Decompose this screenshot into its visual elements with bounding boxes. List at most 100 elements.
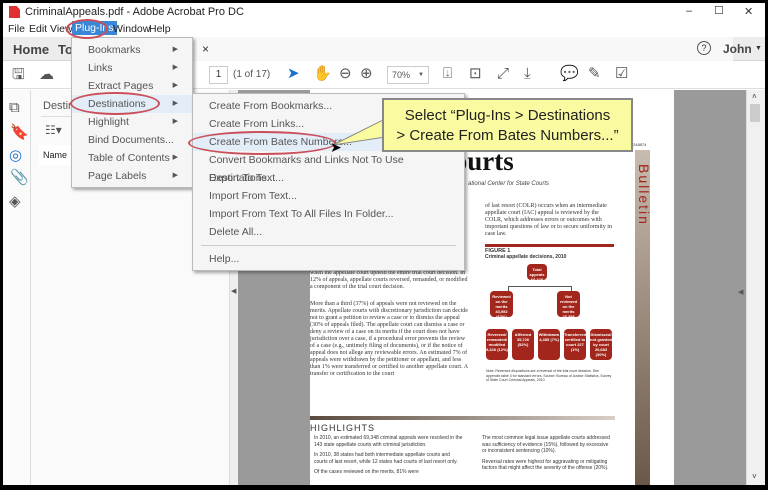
- hand-icon[interactable]: ✋: [313, 66, 332, 82]
- callout-line-2: > Create From Bates Numbers...”: [396, 127, 619, 144]
- window-title: CriminalAppeals.pdf - Adobe Acrobat Pro …: [25, 6, 244, 18]
- right-paragraph: of last resort (COLR) occurs when an int…: [485, 203, 612, 237]
- box-transferred: Transferred/ certified to court 227 (1%): [564, 329, 587, 360]
- vertical-scrollbar[interactable]: ˄ ˅: [746, 90, 765, 485]
- name-column-header[interactable]: Name: [43, 150, 67, 160]
- menu-item-label: Links: [88, 62, 113, 74]
- close-tab-icon[interactable]: ×: [202, 42, 209, 56]
- zoom-in-icon[interactable]: ⊕: [360, 66, 373, 82]
- menu-item-table-of-contents[interactable]: Table of Contents ▶: [72, 149, 192, 167]
- page-number-input[interactable]: 1: [209, 66, 228, 84]
- annotation-circle-bates: [188, 131, 336, 155]
- annotation-circle-plug-ins: [66, 19, 108, 39]
- figure-note: Note: Reversed dispositions are a revers…: [486, 369, 612, 382]
- zoom-select[interactable]: 70% ▼: [387, 66, 429, 84]
- highlight-item: In 2010, an estimated 69,348 criminal ap…: [314, 435, 463, 448]
- rotate-icon[interactable]: ⊡: [469, 66, 482, 82]
- annotation-circle-destinations: [70, 92, 160, 115]
- menu-item-help[interactable]: Help...: [193, 250, 464, 268]
- acrobat-window: CriminalAppeals.pdf - Adobe Acrobat Pro …: [3, 3, 765, 485]
- box-withdrawn: Withdrawn 4,485 (7%): [538, 329, 560, 360]
- full-screen-icon[interactable]: ⤢: [497, 66, 509, 82]
- fill-sign-icon[interactable]: ☑: [615, 66, 628, 82]
- highlights-left: In 2010, an estimated 69,348 criminal ap…: [314, 435, 464, 476]
- page-fit-icon[interactable]: ⍗: [443, 66, 452, 82]
- minimize-button[interactable]: –: [686, 5, 692, 17]
- highlight-pen-icon[interactable]: ✎: [588, 66, 601, 82]
- callout-line-1: Select “Plug-Ins > Destinations: [404, 107, 611, 124]
- tab-home[interactable]: Home: [13, 42, 49, 57]
- zoom-out-icon[interactable]: ⊖: [339, 66, 352, 82]
- highlight-item: In 2010, 38 states had both intermediate…: [314, 452, 458, 465]
- menu-bar: File Edit View Plug-Ins Window Help: [3, 20, 765, 37]
- menu-item-import-from-text-folder[interactable]: Import From Text To All Files In Folder.…: [193, 205, 464, 223]
- chevron-down-icon: ▼: [418, 72, 424, 78]
- submenu-arrow-icon: ▶: [172, 100, 178, 107]
- mouse-cursor-icon: ➤: [330, 139, 342, 155]
- tab-document[interactable]: [193, 37, 733, 61]
- callout-tooltip: Select “Plug-Ins > Destinations > Create…: [382, 98, 633, 152]
- menu-item-bind-documents[interactable]: Bind Documents...: [72, 131, 192, 149]
- scroll-down-icon[interactable]: ˅: [752, 472, 757, 481]
- close-button[interactable]: ✕: [744, 5, 753, 18]
- submenu-arrow-icon: ▶: [172, 46, 178, 53]
- attachment-icon[interactable]: 📎: [10, 170, 29, 186]
- box-total: Total appeals 69,348: [527, 264, 547, 282]
- menu-item-export-to-text[interactable]: Export To Text...: [193, 169, 464, 187]
- highlights-right: The most common legal issue appellate co…: [482, 435, 612, 472]
- scroll-up-icon[interactable]: ˄: [752, 92, 757, 101]
- menu-help[interactable]: Help: [149, 23, 171, 35]
- scroll-mode-icon[interactable]: ⤓: [524, 66, 531, 82]
- doc-number: 248874: [633, 142, 647, 147]
- menu-edit[interactable]: Edit: [29, 23, 47, 35]
- submenu-arrow-icon: ▶: [172, 172, 178, 179]
- comment-icon[interactable]: 💬: [560, 66, 579, 82]
- maximize-button[interactable]: ☐: [714, 4, 724, 17]
- menu-item-label: Page Labels: [88, 170, 147, 182]
- menu-item-bookmarks[interactable]: Bookmarks ▶: [72, 41, 192, 59]
- submenu-arrow-icon: ▶: [172, 154, 178, 161]
- select-cursor-icon[interactable]: ➤: [287, 66, 300, 82]
- scroll-thumb[interactable]: [750, 104, 760, 122]
- bookmark-icon[interactable]: 🔖: [10, 125, 29, 141]
- menu-item-delete-all[interactable]: Delete All...: [193, 223, 464, 241]
- menu-item-import-from-text[interactable]: Import From Text...: [193, 187, 464, 205]
- box-not-reviewed: Not reviewed on the merits 25,395 (37%): [557, 291, 580, 324]
- box-affirmed: Affirmed 35,726 (52%): [512, 329, 534, 360]
- pages-icon[interactable]: ⧉: [9, 100, 20, 116]
- zoom-value: 70%: [392, 70, 411, 80]
- highlight-item: The most common legal issue appellate co…: [482, 435, 610, 454]
- left-paragraph-2: More than a third (37%) of appeals were …: [310, 301, 468, 377]
- left-rail: ⧉ 🔖 ◎ 📎 ◈: [3, 90, 31, 485]
- menu-window[interactable]: Window: [113, 23, 150, 35]
- right-panel-handle[interactable]: ◀: [738, 288, 743, 296]
- chevron-down-icon[interactable]: ▼: [755, 45, 762, 52]
- menu-file[interactable]: File: [8, 23, 25, 35]
- destinations-icon[interactable]: ◎: [9, 148, 22, 164]
- submenu-arrow-icon: ▶: [172, 118, 178, 125]
- box-reviewed: Reviewed on the merits 43,952 (63%): [490, 291, 513, 319]
- options-icon[interactable]: ☷▾: [45, 123, 62, 137]
- left-paragraph-1: when the appellate court upheld the enti…: [310, 270, 468, 290]
- menu-item-highlight[interactable]: Highlight ▶: [72, 113, 192, 131]
- menu-item-label: Bind Documents...: [88, 134, 174, 146]
- menu-item-links[interactable]: Links ▶: [72, 59, 192, 77]
- title-bar: CriminalAppeals.pdf - Adobe Acrobat Pro …: [3, 3, 765, 20]
- help-icon[interactable]: ?: [697, 41, 711, 55]
- menu-item-page-labels[interactable]: Page Labels ▶: [72, 167, 192, 185]
- upload-icon[interactable]: ☁: [39, 67, 54, 83]
- highlight-item: Reversal rates were highest for aggravat…: [482, 458, 609, 472]
- bulletin-strip: Bulletin: [635, 150, 652, 485]
- bulletin-label: Bulletin: [636, 164, 652, 226]
- layers-icon[interactable]: ◈: [9, 194, 21, 210]
- pdf-icon: [9, 6, 20, 18]
- menu-item-label: Highlight: [88, 116, 129, 128]
- page-count: (1 of 17): [233, 69, 271, 80]
- menu-separator: [201, 245, 456, 246]
- box-dismissed: Dismissed/ not granted by court 20,683 (…: [590, 329, 612, 360]
- user-menu[interactable]: John: [723, 42, 752, 56]
- save-icon[interactable]: 🖫: [12, 67, 25, 83]
- doc-byline: ational Center for State Courts: [468, 181, 550, 187]
- submenu-arrow-icon: ▶: [172, 82, 178, 89]
- submenu-arrow-icon: ▶: [172, 64, 178, 71]
